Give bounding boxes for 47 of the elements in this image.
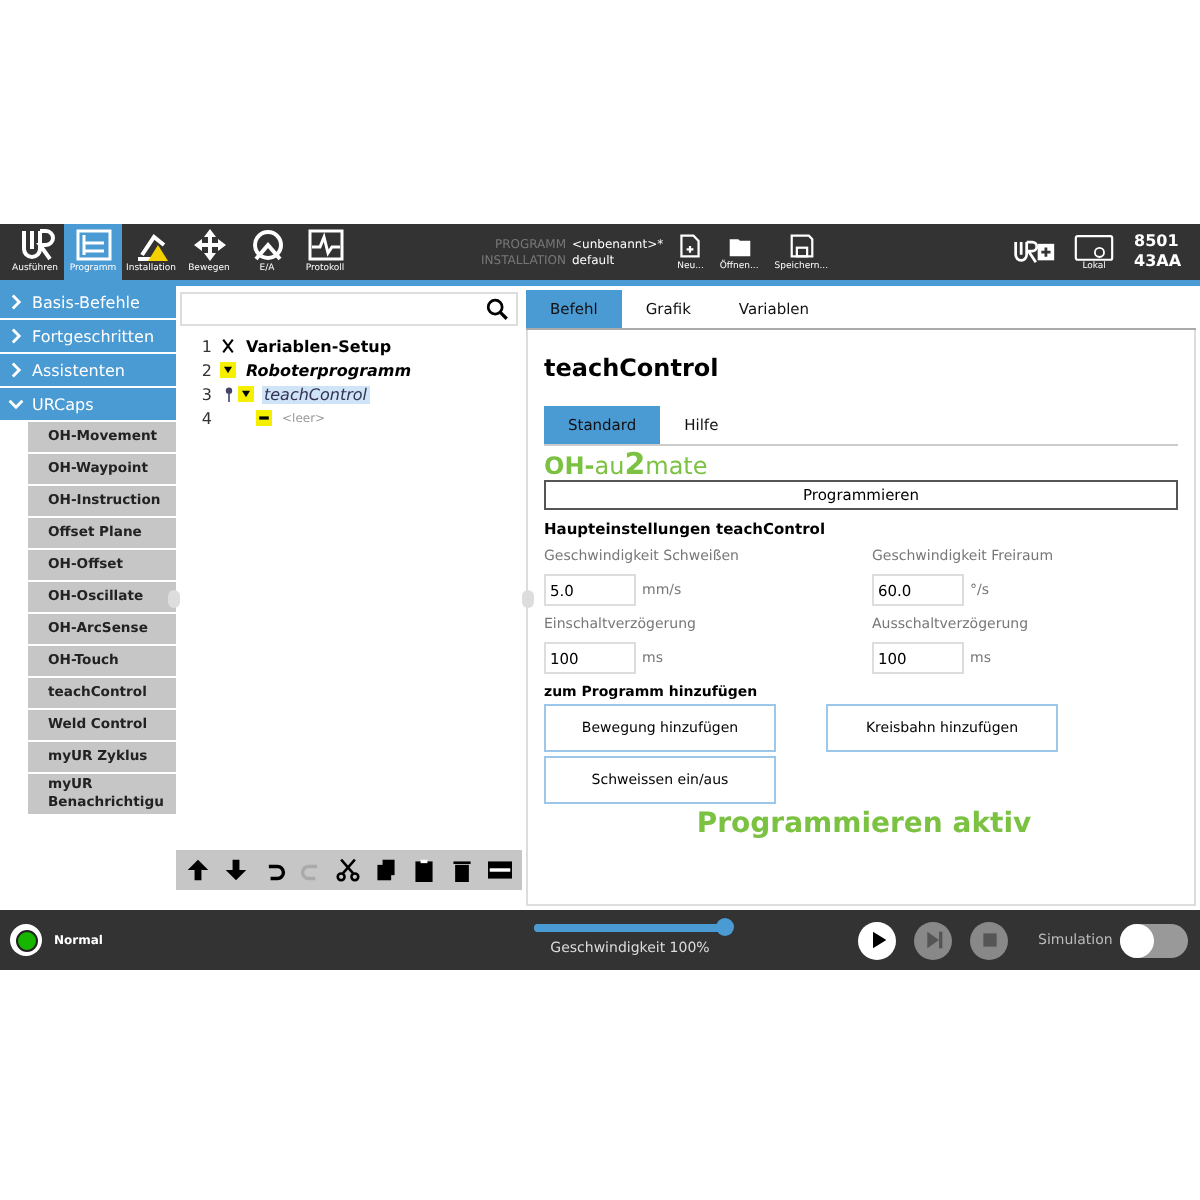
pin-icon: [224, 386, 234, 402]
cut-icon[interactable]: [336, 858, 361, 882]
tree-node[interactable]: teachControl: [262, 385, 370, 403]
collapse-icon[interactable]: [220, 362, 236, 378]
play-icon: [867, 930, 887, 950]
variable-icon: [220, 338, 236, 354]
serial-number: 43AA: [1134, 252, 1182, 272]
move-arrows-icon: [189, 228, 229, 262]
chevron-right-icon: [8, 328, 24, 344]
simulation-toggle[interactable]: [1120, 923, 1189, 957]
stop-icon: [979, 930, 999, 950]
expand-handle[interactable]: [522, 590, 534, 608]
chevron-down-icon: [8, 396, 24, 412]
suppress-icon[interactable]: [487, 858, 511, 882]
chevron-right-icon: [8, 294, 24, 310]
play-button[interactable]: [858, 921, 896, 959]
line-number: 1: [199, 337, 214, 355]
new-file-icon: [678, 233, 703, 257]
status-light[interactable]: [10, 924, 42, 956]
search-field[interactable]: [180, 292, 518, 326]
tree-node[interactable]: Roboterprogramm: [244, 361, 414, 379]
serial-number: 8501: [1134, 232, 1181, 252]
status-message: Programmieren aktiv: [694, 808, 1034, 840]
ur-plus-icon[interactable]: [1012, 239, 1057, 265]
tablet-icon[interactable]: [1074, 232, 1115, 262]
chart-icon: [305, 228, 345, 262]
brand-logo: OH-au2mate: [544, 450, 710, 480]
copy-icon[interactable]: [374, 858, 399, 882]
line-number: 3: [199, 385, 214, 403]
collapse-icon[interactable]: [238, 386, 254, 402]
program-list-icon: [73, 228, 113, 262]
collapse-handle[interactable]: [168, 590, 180, 608]
save-icon: [789, 233, 814, 257]
folder-icon: [727, 233, 752, 257]
line-number: 4: [199, 409, 214, 427]
tree-node[interactable]: Variablen-Setup: [244, 337, 394, 355]
chevron-right-icon: [8, 362, 24, 378]
down-icon[interactable]: [224, 858, 249, 882]
empty-node-icon: [256, 410, 272, 426]
step-icon: [923, 930, 943, 950]
delete-icon[interactable]: [449, 858, 474, 882]
line-number: 2: [199, 361, 214, 379]
node-title: teachControl: [544, 354, 721, 382]
gauge-icon: [247, 228, 287, 262]
up-icon[interactable]: [186, 858, 211, 882]
search-icon[interactable]: [486, 298, 508, 320]
paste-icon[interactable]: [411, 858, 436, 882]
